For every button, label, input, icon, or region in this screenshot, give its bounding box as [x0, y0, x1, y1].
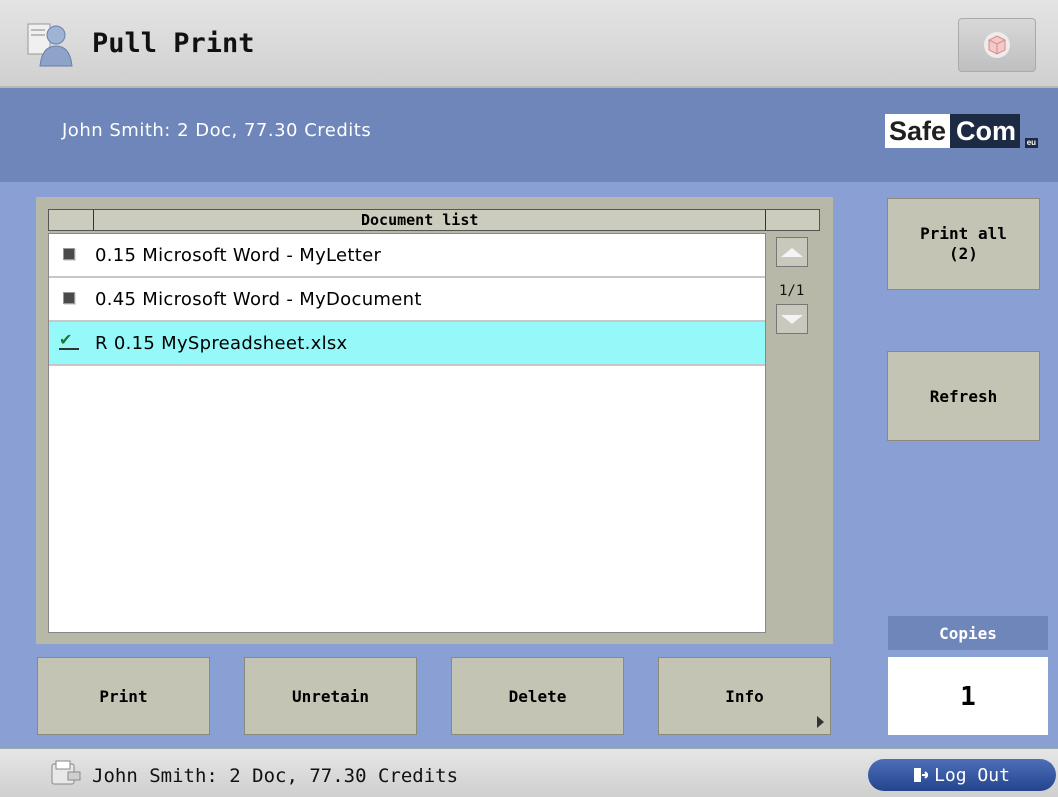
checkbox-unchecked[interactable] — [63, 292, 75, 304]
print-all-button[interactable]: Print all (2) — [887, 198, 1040, 290]
scroll-down-button[interactable] — [776, 304, 808, 334]
list-item-selected[interactable]: ✔ R 0.15 MySpreadsheet.xlsx — [49, 322, 765, 366]
delete-button[interactable]: Delete — [451, 657, 624, 735]
logout-button[interactable]: Log Out — [868, 759, 1056, 791]
user-summary: John Smith: 2 Doc, 77.30 Credits — [62, 120, 372, 141]
status-text: John Smith: 2 Doc, 77.30 Credits — [92, 765, 459, 787]
cube-icon — [984, 32, 1010, 58]
document-list-title: Document list — [361, 211, 479, 229]
refresh-button[interactable]: Refresh — [887, 351, 1040, 441]
list-item[interactable]: 0.45 Microsoft Word - MyDocument — [49, 278, 765, 322]
app-title: Pull Print — [92, 28, 255, 59]
arrow-down-icon — [781, 314, 803, 324]
document-list-header: Document list — [48, 209, 820, 231]
copies-field[interactable]: 1 — [888, 657, 1048, 735]
cube-button[interactable] — [958, 18, 1036, 72]
document-list: 0.15 Microsoft Word - MyLetter 0.45 Micr… — [48, 233, 766, 633]
print-button[interactable]: Print — [37, 657, 210, 735]
submenu-arrow-icon — [817, 716, 824, 728]
info-button[interactable]: Info — [658, 657, 831, 735]
unretain-button[interactable]: Unretain — [244, 657, 417, 735]
title-bar: Pull Print — [0, 0, 1058, 88]
exit-icon — [914, 768, 929, 782]
user-icon — [27, 23, 73, 67]
checkbox-unchecked[interactable] — [63, 248, 75, 260]
copies-label: Copies — [888, 616, 1048, 650]
page-indicator: 1/1 — [779, 283, 805, 299]
arrow-up-icon — [781, 247, 803, 257]
safecom-logo: Safe Com eu — [885, 114, 1039, 148]
document-list-panel: Document list 0.15 Microsoft Word - MyLe… — [36, 197, 833, 644]
list-item[interactable]: 0.15 Microsoft Word - MyLetter — [49, 234, 765, 278]
list-scroller: 1/1 — [776, 237, 820, 347]
status-bar: John Smith: 2 Doc, 77.30 Credits Log Out — [0, 748, 1058, 797]
device-icon — [51, 760, 81, 785]
check-icon[interactable]: ✔ — [59, 330, 80, 350]
scroll-up-button[interactable] — [776, 237, 808, 267]
